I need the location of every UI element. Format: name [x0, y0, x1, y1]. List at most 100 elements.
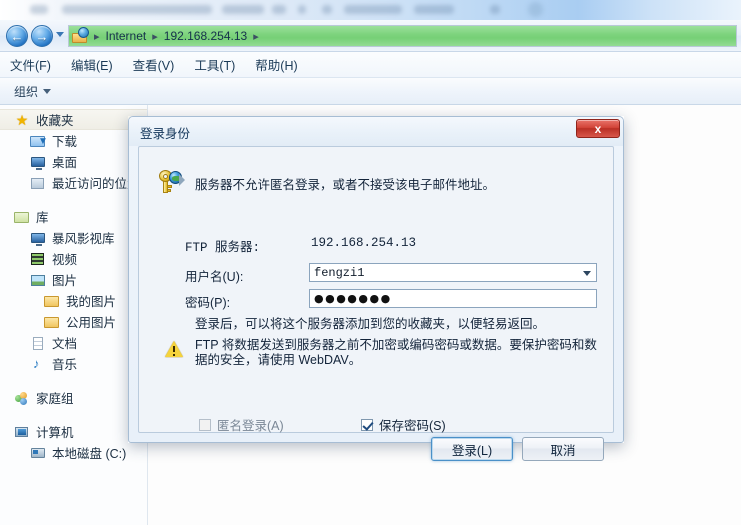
username-field[interactable]	[309, 263, 597, 282]
favorites-note: 登录后，可以将这个服务器添加到您的收藏夹，以便轻易返回。	[195, 317, 546, 331]
command-toolbar: 组织	[0, 78, 741, 105]
menu-bar: 文件(F) 编辑(E) 查看(V) 工具(T) 帮助(H)	[0, 52, 741, 78]
password-label: 密码(P):	[185, 296, 231, 310]
menu-file[interactable]: 文件(F)	[10, 55, 51, 74]
forward-button[interactable]: →	[31, 25, 53, 47]
cancel-button[interactable]: 取消	[522, 437, 604, 461]
dialog-body: 服务器不允许匿名登录，或者不接受该电子邮件地址。 FTP 服务器: 192.16…	[138, 146, 614, 461]
background-window-strip	[0, 0, 741, 20]
sidebar-item-libraries[interactable]: 库	[0, 206, 147, 227]
sidebar-label-public-pictures: 公用图片	[66, 316, 117, 330]
close-icon[interactable]: x	[576, 119, 620, 138]
sidebar-label-videos: 视频	[52, 253, 78, 267]
sidebar-item-videos[interactable]: 视频	[0, 248, 147, 269]
anonymous-login-checkbox[interactable]: 匿名登录(A)	[199, 415, 284, 434]
sidebar-item-downloads[interactable]: ▼ 下载	[0, 130, 147, 151]
documents-icon	[30, 335, 46, 351]
password-field[interactable]: ●●●●●●●	[309, 289, 597, 308]
sidebar-item-media-library[interactable]: 暴风影视库	[0, 227, 147, 248]
sidebar-item-music[interactable]: ♪ 音乐	[0, 353, 147, 374]
sidebar-item-favorites[interactable]: ★ 收藏夹	[0, 109, 147, 130]
login-dialog: 登录身份 x 服务器不允许匿名登录，或者不接受该电子邮件地址。 FTP 服务器:…	[128, 116, 624, 461]
anonymous-login-label: 匿名登录(A)	[217, 419, 284, 433]
local-disk-icon	[30, 445, 46, 461]
sidebar-label-pictures: 图片	[52, 274, 78, 288]
sidebar-label-favorites: 收藏夹	[36, 114, 74, 128]
homegroup-icon	[14, 390, 30, 406]
breadcrumb-internet[interactable]: Internet	[104, 28, 149, 44]
star-icon: ★	[15, 111, 29, 128]
sidebar-item-homegroup[interactable]: 家庭组	[0, 387, 147, 408]
breadcrumb-separator-0: ▸	[94, 30, 100, 43]
sidebar-label-computer: 计算机	[36, 426, 74, 440]
ftp-site-icon	[71, 27, 89, 45]
sidebar-label-desktop: 桌面	[52, 156, 78, 170]
sidebar-label-libraries: 库	[36, 211, 49, 225]
login-button[interactable]: 登录(L)	[431, 437, 513, 461]
sidebar-item-local-disk-c[interactable]: 本地磁盘 (C:)	[0, 442, 147, 463]
ftp-server-label: FTP 服务器:	[185, 241, 261, 255]
sidebar-item-my-pictures[interactable]: 我的图片	[0, 290, 147, 311]
computer-icon	[14, 424, 30, 440]
username-label: 用户名(U):	[185, 270, 244, 284]
menu-help[interactable]: 帮助(H)	[255, 55, 297, 74]
save-password-label: 保存密码(S)	[379, 419, 446, 433]
sidebar-item-recent-places[interactable]: 最近访问的位置	[0, 172, 147, 193]
checkbox-box-checked	[361, 418, 373, 431]
public-pictures-folder-icon	[44, 314, 60, 330]
sidebar-item-documents[interactable]: 文档	[0, 332, 147, 353]
recent-pages-dropdown-icon[interactable]	[56, 32, 64, 37]
desktop-icon	[30, 154, 46, 170]
sidebar-label-recent-places: 最近访问的位置	[52, 177, 140, 191]
ftp-server-value: 192.168.254.13	[311, 236, 417, 250]
dialog-title: 登录身份	[140, 127, 191, 141]
back-arrow-icon: ←	[10, 28, 24, 44]
music-icon: ♪	[33, 355, 40, 371]
forward-arrow-icon: →	[35, 28, 49, 44]
dialog-message: 服务器不允许匿名登录，或者不接受该电子邮件地址。	[195, 178, 496, 192]
video-icon	[30, 251, 46, 267]
breadcrumb-bar[interactable]: ▸ Internet ▸ 192.168.254.13 ▸	[68, 25, 737, 47]
media-library-icon	[30, 230, 46, 246]
library-icon	[14, 209, 30, 225]
recent-places-icon	[30, 175, 46, 191]
warning-icon	[165, 341, 183, 358]
sidebar-item-pictures[interactable]: 图片	[0, 269, 147, 290]
sidebar-label-music: 音乐	[52, 358, 78, 372]
sidebar-label-documents: 文档	[52, 337, 78, 351]
menu-view[interactable]: 查看(V)	[133, 55, 175, 74]
checkbox-box	[199, 418, 211, 431]
save-password-checkbox[interactable]: 保存密码(S)	[361, 415, 446, 434]
sidebar-item-computer[interactable]: 计算机	[0, 421, 147, 442]
breadcrumb-separator-2: ▸	[253, 30, 259, 43]
username-input[interactable]	[310, 264, 596, 281]
sidebar-label-media-library: 暴风影视库	[52, 232, 115, 246]
sidebar-item-desktop[interactable]: 桌面	[0, 151, 147, 172]
breadcrumb-host[interactable]: 192.168.254.13	[162, 28, 249, 44]
sidebar-label-homegroup: 家庭组	[36, 392, 74, 406]
navigation-pane[interactable]: ★ 收藏夹 ▼ 下载 桌面 最近访问的位置 库 暴风影视库 视频 图片 我的图片…	[0, 105, 148, 525]
chevron-down-icon[interactable]	[583, 271, 591, 276]
key-globe-icon	[155, 169, 185, 195]
dialog-title-bar[interactable]: 登录身份 x	[129, 117, 623, 146]
breadcrumb-separator-1: ▸	[152, 30, 158, 43]
security-warning-text: FTP 将数据发送到服务器之前不加密或编码密码或数据。要保护密码和数据的安全，请…	[195, 338, 597, 367]
sidebar-label-my-pictures: 我的图片	[66, 295, 117, 309]
password-masked-value: ●●●●●●●	[314, 292, 392, 305]
chevron-down-icon[interactable]	[43, 88, 52, 94]
explorer-window: ← → ▸ Internet ▸ 192.168.254.13 ▸ 文件(F) …	[0, 0, 741, 525]
organize-button[interactable]: 组织	[14, 83, 38, 100]
menu-edit[interactable]: 编辑(E)	[71, 55, 113, 74]
download-folder-icon: ▼	[30, 133, 48, 149]
sidebar-item-public-pictures[interactable]: 公用图片	[0, 311, 147, 332]
back-button[interactable]: ←	[6, 25, 28, 47]
pictures-icon	[30, 272, 46, 288]
menu-tools[interactable]: 工具(T)	[194, 55, 235, 74]
my-pictures-folder-icon	[44, 293, 60, 309]
sidebar-label-downloads: 下载	[52, 135, 78, 149]
sidebar-label-local-disk-c: 本地磁盘 (C:)	[52, 447, 127, 461]
address-bar: ← → ▸ Internet ▸ 192.168.254.13 ▸	[0, 20, 741, 52]
